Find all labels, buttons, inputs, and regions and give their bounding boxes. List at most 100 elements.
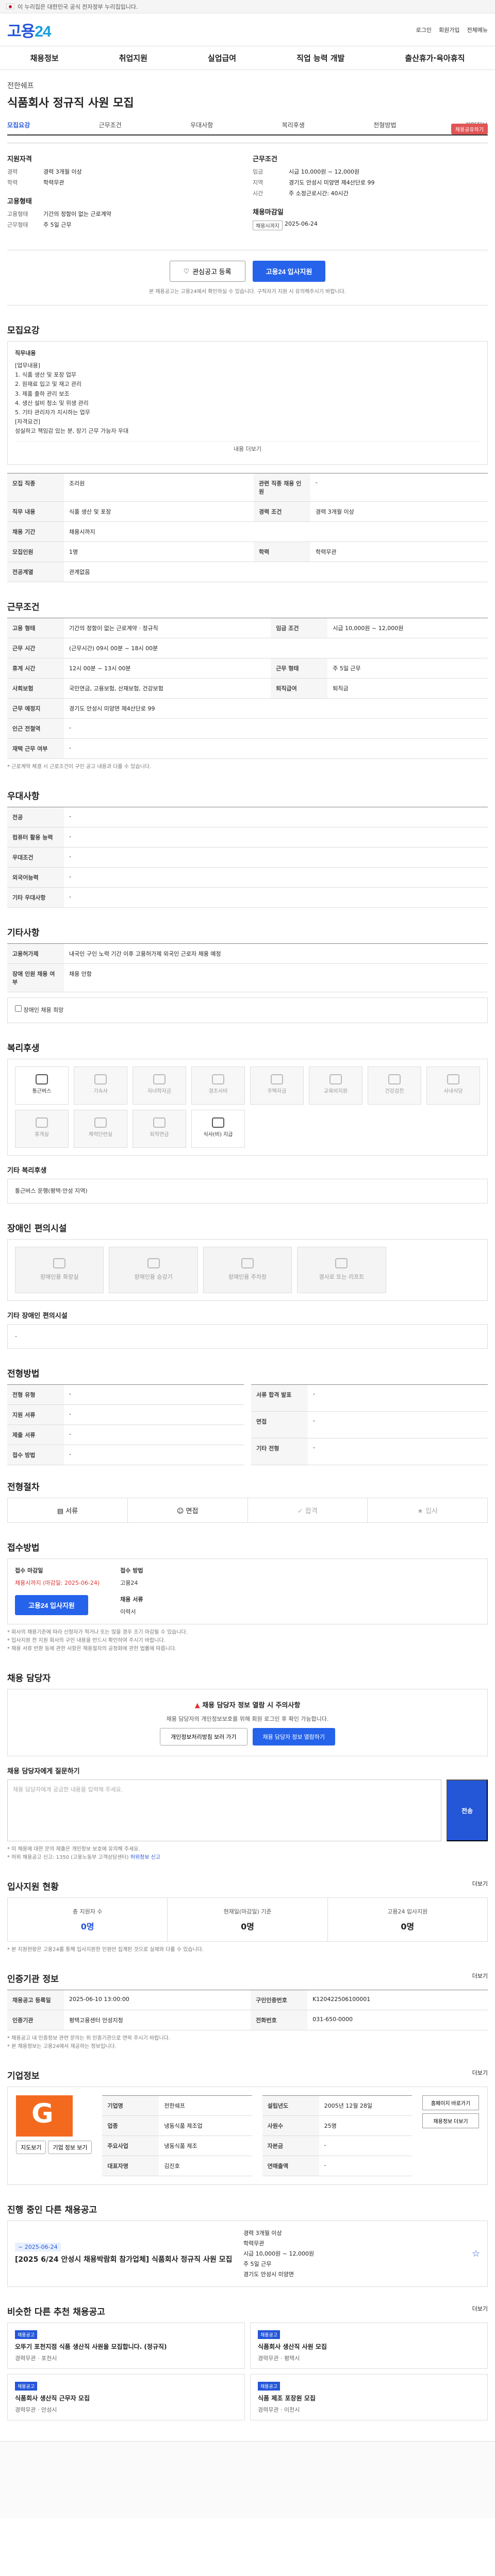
cell-value: - (64, 738, 488, 759)
etc-section-title: 기타사항 (7, 928, 40, 939)
company-info-button[interactable]: 기업 정보 보기 (48, 2141, 92, 2155)
status-note: * 본 지원현황은 고용24를 통해 입사지원한 인원만 집계된 것으로 실제와… (7, 1947, 204, 1953)
cell-value: - (64, 887, 488, 908)
view-manager-button[interactable]: 채용 담당자 정보 열람하기 (252, 1728, 336, 1746)
other-job-details: 경력 3개월 이상 학력무관 시급 10,000원 ~ 12,000원 주 5일… (243, 2228, 461, 2279)
footer (0, 2441, 495, 2519)
disability-checkbox[interactable]: 장애인 채용 희망 (15, 1005, 64, 1014)
qualify-value: 학력무관 (43, 179, 64, 186)
table-row: 재택 근무 여부 - (7, 738, 488, 759)
tab-welfare[interactable]: 복리후생 (282, 121, 305, 129)
logo[interactable]: 고용24 (7, 19, 52, 41)
table-row: 대표자명 김진호 (102, 2156, 252, 2177)
cell-key: 관련 직종 채용 인원 (254, 473, 311, 502)
stat-label: 고용24 입사지원 (387, 1908, 428, 1916)
warning-icon: ▲ (194, 1702, 203, 1710)
nav-leave[interactable]: 출산휴가·육아휴직 (405, 53, 465, 63)
table-row: 채용 기간 채용시까지 (7, 521, 488, 543)
interview-icon: ☺ (176, 1507, 186, 1515)
map-button[interactable]: 지도보기 (16, 2141, 46, 2155)
tab-work[interactable]: 근무조건 (99, 121, 122, 129)
signup-link[interactable]: 회원가입 (439, 26, 459, 34)
tab-select[interactable]: 전형방법 (373, 121, 396, 129)
company-more-link[interactable]: 더보기 (472, 2069, 488, 2081)
manager-warning: ▲ 채용 담당자 정보 열람 시 주의사항 채용 담당자의 개인정보보호를 위해… (7, 1689, 488, 1757)
cell-key: 임금 조건 (271, 618, 328, 639)
welfare-icon (212, 1117, 224, 1128)
qualify-key: 학력 (7, 179, 18, 186)
question-submit-button[interactable]: 전송 (447, 1780, 488, 1842)
report-link[interactable]: 허위정보 신고 (130, 1855, 160, 1860)
table-row: 기업명 전한쉐프 (102, 2095, 252, 2116)
cell-key: 전공 (7, 807, 64, 828)
info-table: 채용공고 등록일 2025-06-10 13:00:00 구인인증번호 K120422… (7, 1990, 488, 2031)
checkbox-input[interactable] (15, 1005, 22, 1012)
cell-value: - (64, 827, 488, 848)
recommend-card[interactable]: 채용공고 식품회사 생산직 사원 모집 경력무관 · 평택시 (250, 2323, 488, 2369)
welfare-label: 체력단련실 (89, 1132, 112, 1138)
recommend-more-link[interactable]: 더보기 (472, 2304, 488, 2317)
more-jobs-button[interactable]: 채용정보 더보기 (422, 2113, 480, 2129)
cell-value: 퇴직금 (327, 678, 488, 699)
welfare-icon (271, 1074, 283, 1085)
select-tables: 전형 유형 - 지원 서류 - 제출 서류 - 접수 방법 - 서류 합격 발표 - 면접… (7, 1384, 488, 1465)
status-section-title: 입사지원 현황 (7, 1882, 59, 1893)
nav-training[interactable]: 직업 능력 개발 (296, 53, 344, 63)
apply-button-2[interactable]: 고용24 입사지원 (15, 1595, 88, 1616)
qualify-value: 경력 3개월 이상 (43, 168, 82, 175)
apply-deadline-label: 접수 마감일 (15, 1567, 43, 1574)
company-sub-buttons: 지도보기 기업 정보 보기 (16, 2141, 92, 2155)
welfare-label: 기숙사 (93, 1089, 108, 1095)
cell-key: 업종 (102, 2115, 159, 2137)
nav-jobs[interactable]: 채용정보 (30, 53, 59, 63)
desc-line: 1. 식품 생산 및 포장 업무 (15, 371, 77, 379)
recommend-card[interactable]: 채용공고 오뚜기 포천지점 식품 생산직 사원을 모집합니다. (정규직) 경력무관… (7, 2323, 245, 2369)
cell-key: 주요사업 (102, 2136, 159, 2157)
privacy-policy-button[interactable]: 개인정보처리방침 보러 가기 (159, 1728, 248, 1746)
more-button[interactable]: 내용 더보기 (15, 441, 480, 457)
recommend-tag: 채용공고 (258, 2330, 280, 2340)
recommend-card[interactable]: 채용공고 식품회사 생산직 근무자 모집 경력무관 · 안성시 (7, 2374, 245, 2421)
homepage-button[interactable]: 홈페이지 바로가기 (422, 2095, 480, 2111)
info-note-line: * 본 채용정보는 고용24에서 제공하는 정보입니다. (7, 2044, 117, 2050)
table-row: 기타 우대사항 - (7, 887, 488, 908)
disability-check: 장애인 채용 희망 (7, 997, 488, 1023)
cell-value: - (308, 1411, 488, 1438)
cell-value: 주 5일 근무 (327, 658, 488, 679)
recommend-card[interactable]: 채용공고 식품 제조 포장원 모집 경력무관 · 이천시 (250, 2374, 488, 2421)
table-row: 사원수 25명 (262, 2115, 412, 2137)
question-input[interactable]: 채용 담당자에게 궁금한 내용을 입력해 주세요. (7, 1780, 441, 1842)
cell-key: 기업명 (102, 2095, 159, 2116)
scrap-button[interactable]: ♡ 관심공고 등록 (169, 261, 245, 282)
tab-prefer[interactable]: 우대사항 (190, 121, 213, 129)
table-row: 외국어능력 - (7, 867, 488, 888)
cell-key: 연매출액 (262, 2156, 319, 2177)
stat-item: 고용24 입사지원 0명 (328, 1898, 487, 1941)
cell-key: 우대조건 (7, 847, 64, 868)
question-note-line: * 이 채용에 대한 문의 제출은 개인정보 보호에 유의해 주세요. (7, 1846, 140, 1853)
cell-key: 접수 방법 (7, 1445, 64, 1465)
info-more-link[interactable]: 더보기 (472, 1972, 488, 1985)
company-table-right: 설립년도 2005년 12월 28일 사원수 25명 자본금 - 연매출액 - (262, 2095, 412, 2177)
bookmark-icon[interactable]: ☆ (472, 2248, 480, 2259)
prefer-section-title: 우대사항 (7, 791, 40, 802)
other-job-card[interactable]: ~ 2025-06-24 [2025 6/24 안성시 채용박람회 참가업체] … (7, 2221, 488, 2287)
table-row: 인근 전철역 - (7, 718, 488, 739)
apply-note-line: * 채용 서류 반환 등에 관한 사항은 채용절차의 공정화에 관한 법률에 따… (7, 1646, 177, 1652)
cell-key: 퇴직급여 (271, 678, 328, 699)
share-button[interactable]: 채용공유하기 (451, 124, 488, 134)
employ-key: 고용형태 (7, 211, 28, 217)
nav-unemployment[interactable]: 실업급여 (208, 53, 236, 63)
nav-support[interactable]: 취업지원 (119, 53, 147, 63)
checkbox-label: 장애인 채용 희망 (23, 1007, 64, 1014)
warning-title: 채용 담당자 정보 열람 시 주의사항 (202, 1702, 301, 1710)
table-row: 근무 예정지 경기도 안성시 미양면 제4산단로 99 (7, 698, 488, 719)
all-menu-link[interactable]: 전체메뉴 (467, 26, 488, 34)
other-job-detail: 경력 3개월 이상 (243, 2230, 282, 2237)
apply-button[interactable]: 고용24 입사지원 (252, 261, 326, 282)
status-more-link[interactable]: 더보기 (472, 1879, 488, 1892)
tab-recruit[interactable]: 모집요강 (7, 121, 30, 129)
table-row: 우대조건 - (7, 847, 488, 868)
login-link[interactable]: 로그인 (416, 26, 432, 34)
facility-label: 장애인용 화장실 (40, 1273, 79, 1280)
